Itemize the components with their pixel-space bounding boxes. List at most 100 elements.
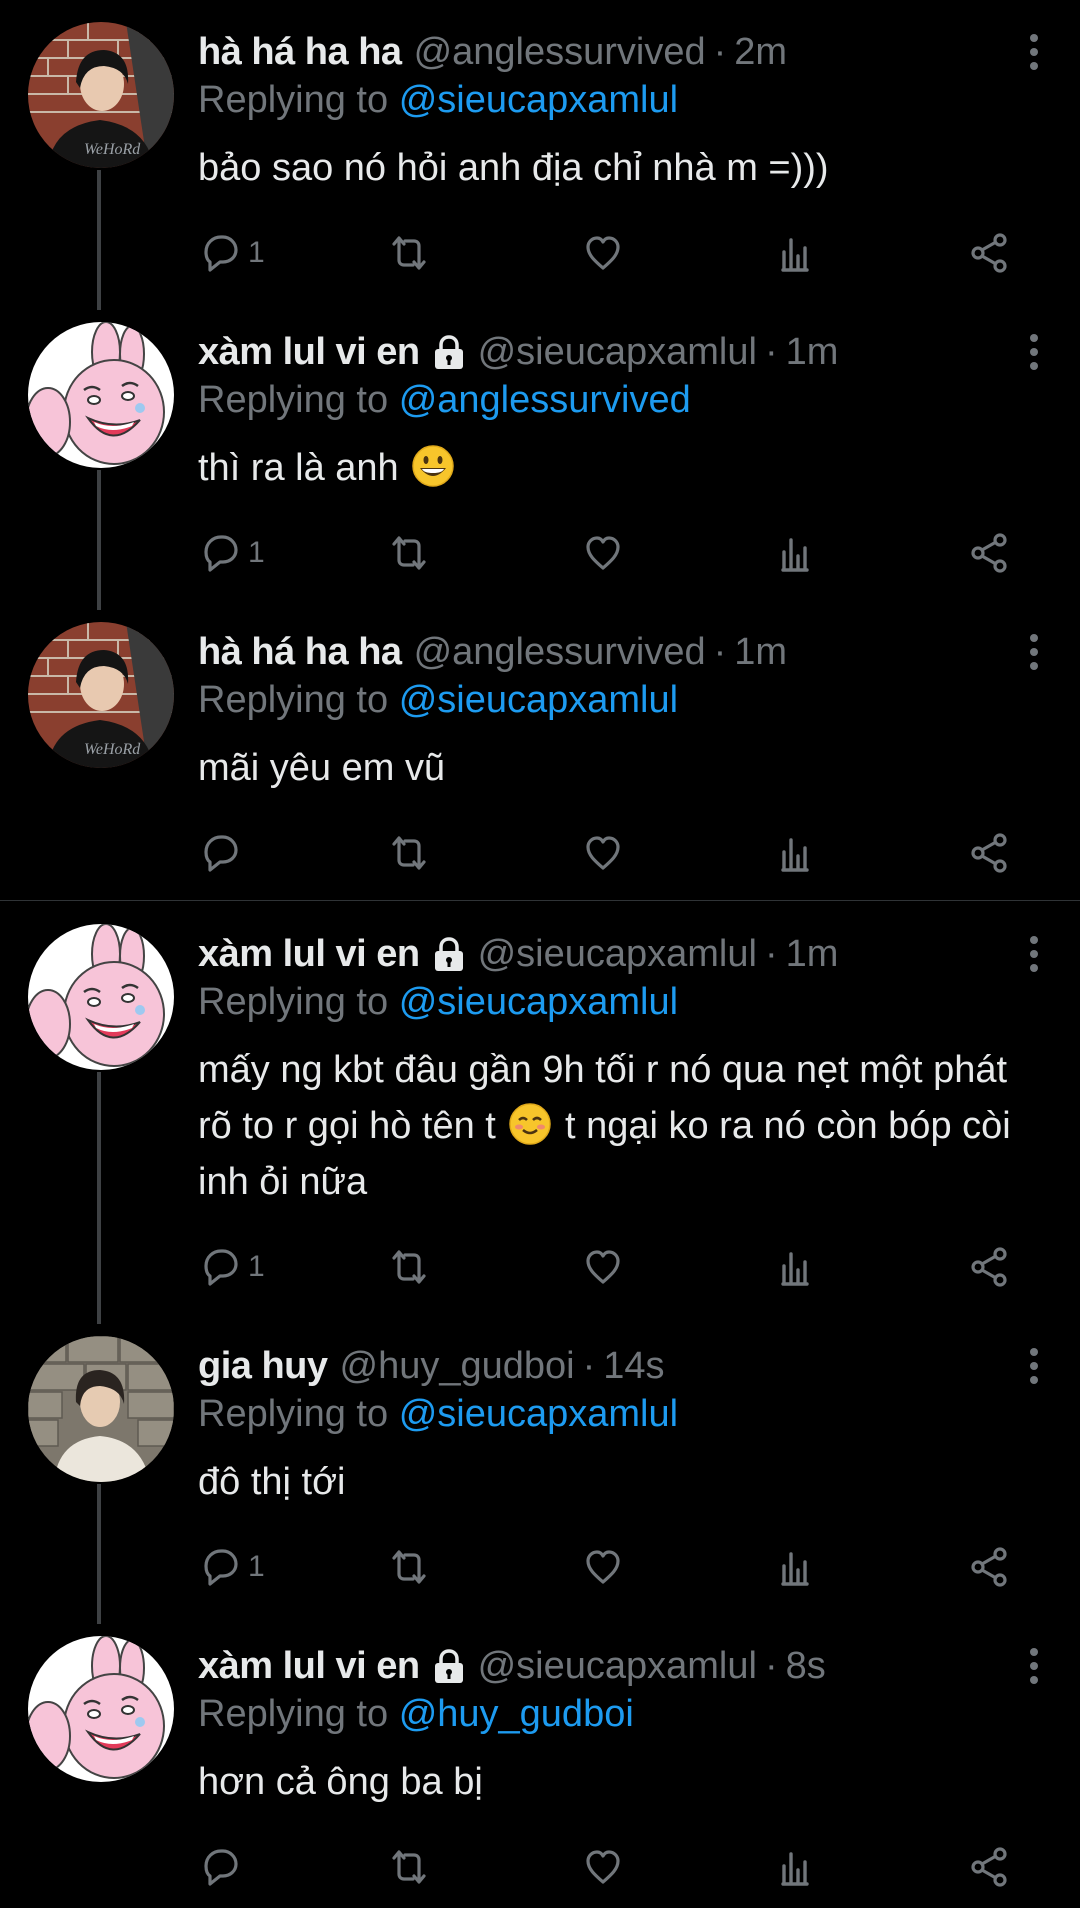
avatar[interactable] — [28, 322, 174, 468]
reply-count: 1 — [248, 536, 265, 569]
views-button[interactable] — [774, 1242, 820, 1292]
tweet-text: bảo sao nó hỏi anh địa chỉ nhà m =))) — [198, 147, 829, 189]
share-icon — [971, 533, 1007, 573]
like-button[interactable] — [580, 828, 626, 878]
lock-icon — [434, 1649, 463, 1683]
share-button[interactable] — [966, 1242, 1012, 1292]
tweet-text-container: mấy ng kbt đâu gần 9h tối r nó qua nẹt m… — [198, 1042, 1038, 1210]
display-name[interactable]: hà há ha ha — [198, 628, 402, 676]
more-vertical-icon[interactable] — [1026, 1646, 1042, 1686]
display-name[interactable]: xàm lul vi en — [198, 930, 420, 978]
reply-button[interactable]: 1 — [196, 1542, 265, 1592]
separator-dot: · — [582, 1345, 596, 1387]
more-vertical-icon[interactable] — [1026, 332, 1042, 372]
handle[interactable]: @sieucapxamlul — [478, 328, 757, 376]
retweet-button[interactable] — [386, 1242, 432, 1292]
share-button[interactable] — [966, 228, 1012, 278]
separator-dot: · — [713, 31, 727, 73]
tweet-text-line: rõ to r gọi hò tên t t ngại ko ra nó còn… — [198, 1098, 1038, 1154]
views-button[interactable] — [774, 1542, 820, 1592]
display-name[interactable]: xàm lul vi en — [198, 328, 420, 376]
share-button[interactable] — [966, 528, 1012, 578]
avatar[interactable] — [28, 1336, 174, 1482]
mention-link[interactable]: @huy_gudboi — [399, 1693, 634, 1735]
retweet-button[interactable] — [386, 828, 432, 878]
more-vertical-icon[interactable] — [1026, 1346, 1042, 1386]
separator-dot: · — [764, 1645, 778, 1687]
tweet[interactable]: gia huy @huy_gudboi · 14s Replying to @s… — [0, 1304, 1080, 1624]
retweet-button[interactable] — [386, 528, 432, 578]
tweet[interactable]: hà há ha ha @anglessurvived · 1m Replyin… — [0, 590, 1080, 900]
analytics-bars-icon — [781, 1552, 809, 1586]
handle[interactable]: @anglessurvived — [414, 28, 706, 76]
action-bar: 1 — [196, 528, 1036, 578]
display-name[interactable]: hà há ha ha — [198, 28, 402, 76]
reply-button[interactable] — [196, 828, 248, 878]
tweet[interactable]: xàm lul vi en @sieucapxamlul · 1m Replyi… — [0, 902, 1080, 1324]
mention-link[interactable]: @sieucapxamlul — [399, 1393, 678, 1435]
like-button[interactable] — [580, 1242, 626, 1292]
tweet-text-segment: rõ to r gọi hò tên t — [198, 1105, 496, 1147]
views-button[interactable] — [774, 228, 820, 278]
timestamp[interactable]: 8s — [786, 1642, 826, 1690]
avatar[interactable] — [28, 924, 174, 1070]
thread-connector — [97, 290, 101, 302]
views-button[interactable] — [774, 528, 820, 578]
display-name[interactable]: xàm lul vi en — [198, 1642, 420, 1690]
handle[interactable]: @anglessurvived — [414, 628, 706, 676]
thread-connector — [97, 1304, 101, 1316]
avatar[interactable] — [28, 622, 174, 768]
reply-bubble-icon — [204, 835, 238, 872]
retweet-button[interactable] — [386, 1542, 432, 1592]
timestamp[interactable]: 1m — [786, 328, 839, 376]
tweet[interactable]: xàm lul vi en @sieucapxamlul · 1m Replyi… — [0, 290, 1080, 610]
timestamp[interactable]: 1m — [734, 628, 787, 676]
share-button[interactable] — [966, 1842, 1012, 1892]
reply-button[interactable] — [196, 1842, 248, 1892]
timestamp[interactable]: 2m — [734, 28, 787, 76]
more-vertical-icon[interactable] — [1026, 32, 1042, 72]
reply-button[interactable]: 1 — [196, 1242, 265, 1292]
mention-link[interactable]: @sieucapxamlul — [399, 79, 678, 121]
more-vertical-icon[interactable] — [1026, 934, 1042, 974]
reply-button[interactable]: 1 — [196, 528, 265, 578]
timestamp[interactable]: 14s — [603, 1342, 664, 1390]
views-button[interactable] — [774, 828, 820, 878]
heart-icon — [586, 1850, 620, 1884]
heart-icon — [586, 236, 620, 270]
views-button[interactable] — [774, 1842, 820, 1892]
like-button[interactable] — [580, 1842, 626, 1892]
like-button[interactable] — [580, 228, 626, 278]
thread-connector — [97, 590, 101, 602]
timestamp[interactable]: 1m — [786, 930, 839, 978]
share-button[interactable] — [966, 828, 1012, 878]
like-button[interactable] — [580, 1542, 626, 1592]
handle[interactable]: @sieucapxamlul — [478, 1642, 757, 1690]
avatar[interactable] — [28, 1636, 174, 1782]
tweet[interactable]: hà há ha ha @anglessurvived · 2m Replyin… — [0, 0, 1080, 310]
thread-connector — [97, 470, 101, 610]
action-bar: 1 — [196, 1242, 1036, 1292]
replying-to: Replying to @sieucapxamlul — [198, 676, 678, 724]
tweet-text: hơn cả ông ba bị — [198, 1761, 483, 1803]
display-name[interactable]: gia huy — [198, 1342, 328, 1390]
share-icon — [971, 1847, 1007, 1887]
retweet-icon — [392, 836, 426, 870]
like-button[interactable] — [580, 528, 626, 578]
retweet-button[interactable] — [386, 228, 432, 278]
avatar[interactable] — [28, 22, 174, 168]
share-icon — [971, 233, 1007, 273]
mention-link[interactable]: @sieucapxamlul — [399, 981, 678, 1023]
more-vertical-icon[interactable] — [1026, 632, 1042, 672]
tweet[interactable]: xàm lul vi en @sieucapxamlul · 8s Replyi… — [0, 1604, 1080, 1908]
reply-count: 1 — [248, 236, 265, 269]
retweet-button[interactable] — [386, 1842, 432, 1892]
reply-button[interactable]: 1 — [196, 228, 265, 278]
handle[interactable]: @huy_gudboi — [340, 1342, 575, 1390]
share-button[interactable] — [966, 1542, 1012, 1592]
mention-link[interactable]: @anglessurvived — [399, 379, 691, 421]
tweet-header: xàm lul vi en @sieucapxamlul · 8s — [198, 1642, 826, 1690]
handle[interactable]: @sieucapxamlul — [478, 930, 757, 978]
mention-link[interactable]: @sieucapxamlul — [399, 679, 678, 721]
smiling-face-emoji-icon — [509, 1103, 552, 1145]
